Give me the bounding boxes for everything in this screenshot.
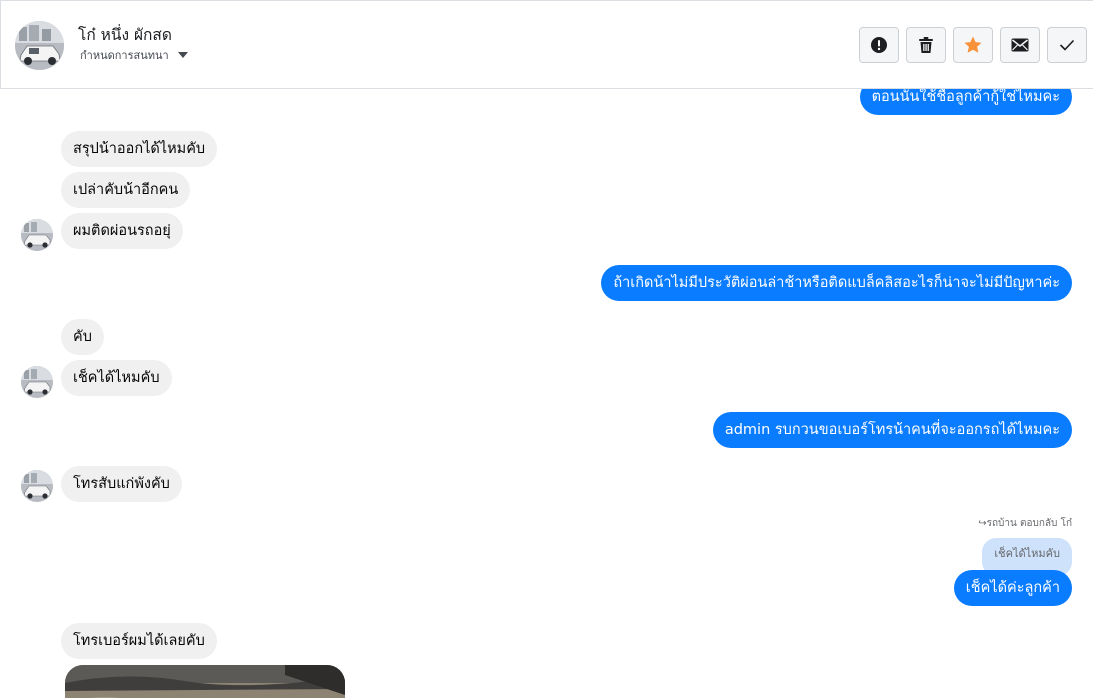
message-outgoing[interactable]: ถ้าเกิดน้าไม่มีประวัติผ่อนล่าช้าหรือติดแ… <box>601 265 1072 301</box>
mark-done-button[interactable] <box>1047 27 1087 63</box>
photo-attachment[interactable] <box>65 665 345 698</box>
reply-indicator: ↪รถบ้าน ตอบกลับ โก๋ <box>978 516 1072 531</box>
message-incoming[interactable]: โทรสับแก่พังคับ <box>61 466 182 502</box>
report-button[interactable] <box>859 27 899 63</box>
message-outgoing[interactable]: ตอนนั้นใช้ชื่อลูกค้ากู้ใช่ไหมคะ <box>859 89 1072 115</box>
conversation-settings-dropdown[interactable]: กำหนดการสนทนา <box>80 46 188 64</box>
messenger-conversation: โก๋ หนึ่ง ผักสด กำหนดการสนทนา ตอนนั้นใช้… <box>0 0 1093 698</box>
conversation-settings-label: กำหนดการสนทนา <box>80 49 169 62</box>
sender-avatar <box>21 219 53 251</box>
star-button[interactable] <box>953 27 993 63</box>
reply-arrow-icon: ↪ <box>978 518 987 529</box>
message-outgoing[interactable]: เช็คได้ค่ะลูกค้า <box>953 570 1072 606</box>
check-icon <box>1059 39 1075 51</box>
mail-button[interactable] <box>1000 27 1040 63</box>
delete-button[interactable] <box>906 27 946 63</box>
contact-avatar[interactable] <box>15 21 64 70</box>
caret-down-icon <box>177 52 188 58</box>
trash-icon <box>919 37 933 53</box>
star-icon <box>964 36 982 53</box>
message-incoming[interactable]: ผมติดผ่อนรถอยุ่ <box>61 213 183 249</box>
reply-meta-text: รถบ้าน ตอบกลับ โก๋ <box>986 518 1072 529</box>
message-incoming[interactable]: สรุปน้าออกได้ไหมคับ <box>61 131 218 167</box>
message-incoming[interactable]: โทรเบอร์ผมได้เลยคับ <box>61 623 217 659</box>
alert-icon <box>871 37 887 53</box>
message-incoming[interactable]: เช็คได้ไหมคับ <box>61 360 172 396</box>
message-incoming[interactable]: เปล่าคับน้าอีกคน <box>61 172 191 208</box>
conversation-header: โก๋ หนึ่ง ผักสด กำหนดการสนทนา <box>0 0 1093 89</box>
message-outgoing[interactable]: admin รบกวนขอเบอร์โทรน้าคนที่จะออกรถได้ไ… <box>712 412 1072 448</box>
envelope-icon <box>1011 38 1029 52</box>
message-list[interactable]: ตอนนั้นใช้ชื่อลูกค้ากู้ใช่ไหมคะ สรุปน้าอ… <box>0 89 1093 698</box>
sender-avatar <box>21 470 53 502</box>
message-incoming[interactable]: คับ <box>61 319 104 355</box>
contact-name: โก๋ หนึ่ง ผักสด <box>78 26 172 44</box>
header-actions <box>859 27 1087 63</box>
sender-avatar <box>21 366 53 398</box>
